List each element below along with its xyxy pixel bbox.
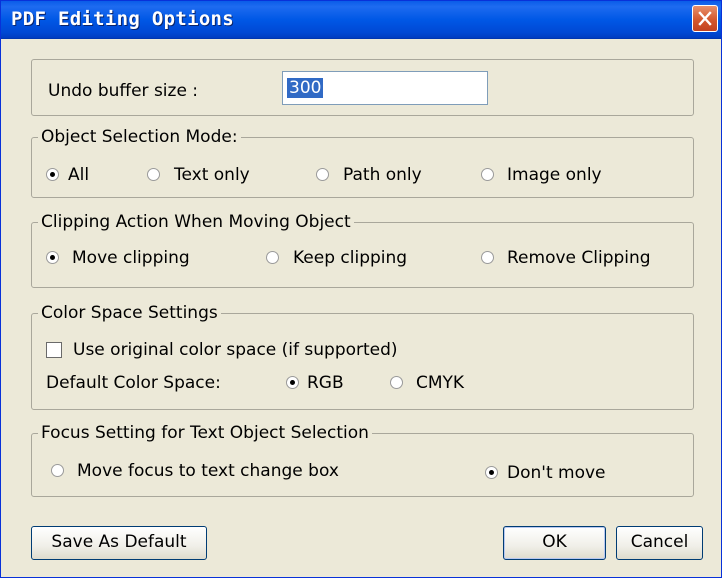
radio-circle [46, 168, 59, 181]
radio-circle [481, 251, 494, 264]
undo-buffer-input[interactable]: 300 [282, 71, 488, 105]
radio-label: Move clipping [72, 248, 190, 268]
checkbox-label: Use original color space (if supported) [73, 340, 398, 360]
radio-circle [286, 376, 299, 389]
radio-label: Keep clipping [293, 248, 408, 268]
radio-circle [147, 168, 160, 181]
close-button[interactable] [692, 5, 718, 32]
dialog-title: PDF Editing Options [11, 8, 235, 30]
radio-label: All [68, 165, 90, 185]
radio-label: RGB [307, 373, 344, 393]
color-space-group: Color Space Settings [31, 303, 694, 410]
radio-label: Remove Clipping [507, 248, 651, 268]
save-as-default-button[interactable]: Save As Default [31, 526, 207, 560]
checkbox-box [46, 342, 62, 358]
undo-buffer-label: Undo buffer size : [48, 81, 199, 101]
radio-circle [266, 251, 279, 264]
radio-circle [46, 251, 59, 264]
radio-circle [51, 464, 64, 477]
ok-button[interactable]: OK [503, 526, 606, 560]
cancel-button[interactable]: Cancel [616, 526, 703, 560]
radio-circle [481, 168, 494, 181]
radio-label: Move focus to text change box [77, 461, 339, 481]
focus-setting-legend: Focus Setting for Text Object Selection [38, 423, 372, 443]
pdf-editing-options-dialog: PDF Editing Options Undo buffer size : 3… [0, 0, 722, 578]
close-icon [698, 11, 712, 26]
radio-label: Don't move [507, 463, 606, 483]
clipping-action-legend: Clipping Action When Moving Object [38, 212, 354, 232]
radio-label: CMYK [416, 373, 465, 393]
undo-buffer-value: 300 [287, 78, 324, 98]
object-selection-mode-legend: Object Selection Mode: [38, 127, 241, 147]
radio-label: Image only [507, 165, 602, 185]
default-color-space-label: Default Color Space: [46, 373, 221, 393]
radio-label: Text only [174, 165, 250, 185]
radio-circle [316, 168, 329, 181]
radio-circle [485, 466, 498, 479]
title-bar[interactable]: PDF Editing Options [1, 1, 721, 39]
radio-circle [390, 376, 403, 389]
radio-label: Path only [343, 165, 422, 185]
color-space-legend: Color Space Settings [38, 303, 221, 323]
